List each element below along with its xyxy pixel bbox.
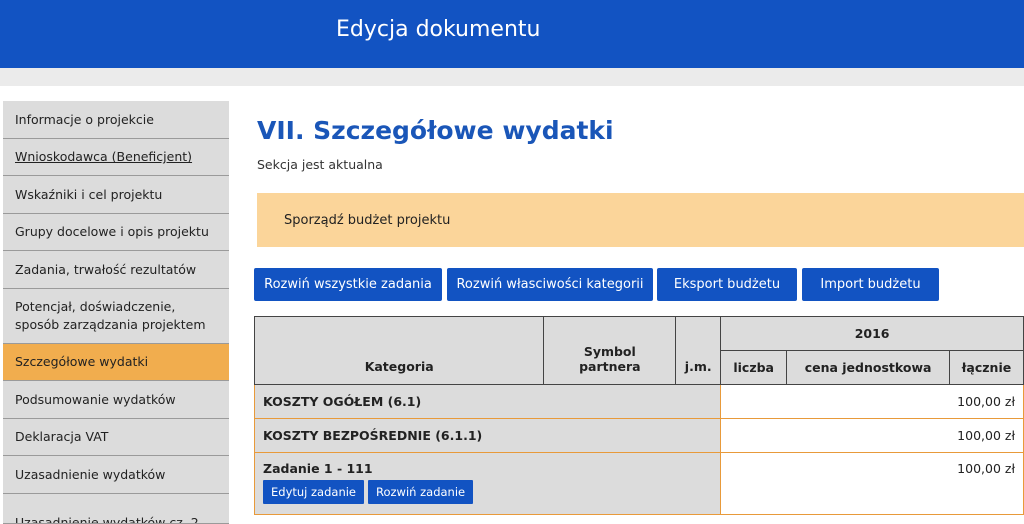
sidebar-item-project-info[interactable]: Informacje o projekcie [3,101,229,139]
sidebar-item-label: Informacje o projekcie [15,111,154,127]
table-header-row: Kategoria Symbol partnera j.m. 2016 [253,316,1024,385]
section-status: Sekcja jest aktualna [257,157,383,172]
sidebar-item-label: Uzasadnienie wydatków [15,466,166,482]
sidebar-item-potential[interactable]: Potencjał, doświadczenie, sposób zarządz… [3,288,229,344]
import-budget-button[interactable]: Import budżetu [802,268,939,301]
sidebar-item-indicators[interactable]: Wskaźniki i cel projektu [3,176,229,214]
button-label: Import budżetu [820,277,921,292]
sidebar-item-target-groups[interactable]: Grupy docelowe i opis projektu [3,213,229,251]
sidebar-item-label: Zadania, trwałość rezultatów [15,261,197,277]
sidebar-item-label: Wnioskodawca (Beneficjent) [15,149,193,165]
sidebar-item-label: Deklaracja VAT [15,429,109,445]
sidebar-item-vat-declaration[interactable]: Deklaracja VAT [3,418,229,456]
task-cell: Zadanie 1 - 111 Edytuj zadanie Rozwiń zad… [253,452,722,515]
section-sidebar: Informacje o projekcie Wnioskodawca (Ben… [3,101,229,524]
header-partner-symbol: Symbol partnera [543,316,677,385]
page-title: VII. Szczegółowe wydatki [257,116,614,145]
header-unit-price: cena jednostkowa [786,350,950,385]
task-actions: Edytuj zadanie Rozwiń zadanie [263,480,712,504]
sidebar-item-expense-justification-2[interactable]: Uzasadnienie wydatków cz. 2 [3,493,229,524]
header-year: 2016 [720,316,1024,351]
budget-table: Kategoria Symbol partnera j.m. 2016 licz… [253,316,1024,515]
budget-notice: Sporządź budżet projektu [257,193,1024,247]
row-total: 100,00 zł [720,418,1024,453]
expand-category-properties-button[interactable]: Rozwiń własciwości kategorii [447,268,653,301]
button-label: Eksport budżetu [673,277,781,292]
header-category: Kategoria [253,316,545,385]
table-row: KOSZTY OGÓŁEM (6.1) 100,00 zł [253,384,1024,419]
expand-all-tasks-button[interactable]: Rozwiń wszystkie zadania [254,268,442,301]
button-label: Rozwiń wszystkie zadania [264,277,432,292]
table-row: KOSZTY BEZPOŚREDNIE (6.1.1) 100,00 zł [253,418,1024,453]
expand-task-button[interactable]: Rozwiń zadanie [368,480,474,504]
header-total: łącznie [948,350,1024,385]
edit-task-button[interactable]: Edytuj zadanie [263,480,365,504]
sidebar-item-expense-justification[interactable]: Uzasadnienie wydatków [3,456,229,494]
sidebar-item-detailed-expenses[interactable]: Szczegółowe wydatki [3,343,229,381]
sidebar-item-label: Grupy docelowe i opis projektu [15,224,209,240]
header-stripe [0,68,1024,86]
header-unit: j.m. [675,316,722,385]
sidebar-item-applicant[interactable]: Wnioskodawca (Beneficjent) [3,138,229,176]
table-row-task: Zadanie 1 - 111 Edytuj zadanie Rozwiń zad… [253,452,1024,515]
sidebar-item-expense-summary[interactable]: Podsumowanie wydatków [3,381,229,419]
button-label: Rozwiń własciwości kategorii [456,277,644,292]
row-category: KOSZTY OGÓŁEM (6.1) [253,384,722,419]
export-budget-button[interactable]: Eksport budżetu [657,268,797,301]
header-title: Edycja dokumentu [336,17,541,42]
header-qty: liczba [720,350,788,385]
sidebar-item-label: Podsumowanie wydatków [15,391,176,407]
sidebar-item-label: Wskaźniki i cel projektu [15,186,163,202]
row-total: 100,00 zł [720,452,1024,515]
row-category: KOSZTY BEZPOŚREDNIE (6.1.1) [253,418,722,453]
row-total: 100,00 zł [720,384,1024,419]
sidebar-item-label: Szczegółowe wydatki [15,354,149,370]
row-category: Zadanie 1 - 111 [263,461,373,476]
sidebar-item-label: Potencjał, doświadczenie, sposób zarządz… [15,298,206,332]
app-header: Edycja dokumentu [0,0,1024,68]
sidebar-item-label: Uzasadnienie wydatków cz. 2 [15,514,199,524]
sidebar-item-tasks[interactable]: Zadania, trwałość rezultatów [3,251,229,289]
notice-text: Sporządź budżet projektu [284,212,451,228]
